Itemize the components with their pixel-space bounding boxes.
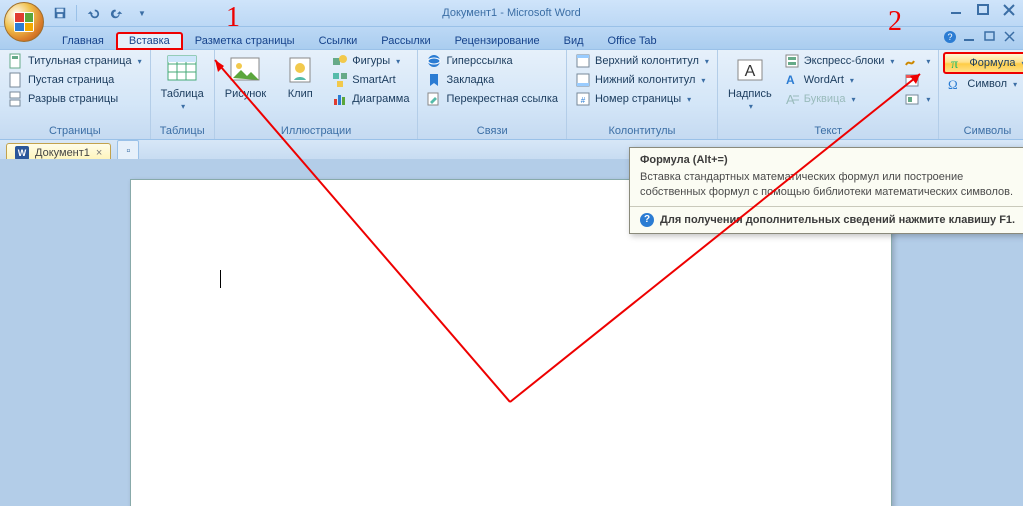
chart-button[interactable]: Диаграмма <box>328 90 413 108</box>
tab-view[interactable]: Вид <box>552 32 596 49</box>
svg-text:?: ? <box>947 32 952 42</box>
max-button[interactable] <box>975 3 991 17</box>
symbol-button[interactable]: ΩСимвол▾ <box>943 75 1023 93</box>
pi-icon: π <box>949 55 965 71</box>
quickparts-icon <box>784 53 800 69</box>
shapes-button[interactable]: Фигуры▾ <box>328 52 413 70</box>
tab-insert[interactable]: Вставка <box>116 32 183 50</box>
blank-page-icon <box>8 72 24 88</box>
page-break-button[interactable]: Разрыв страницы <box>4 90 146 108</box>
omega-icon: Ω <box>947 76 963 92</box>
dropcap-icon: A <box>784 91 800 107</box>
tooltip: Формула (Alt+=) Вставка стандартных мате… <box>629 147 1023 234</box>
group-tables-label: Таблицы <box>155 124 210 139</box>
min-button[interactable] <box>949 3 965 17</box>
close-button[interactable] <box>1001 3 1017 17</box>
pagenum-button[interactable]: #Номер страницы▾ <box>571 90 713 108</box>
picture-button[interactable]: Рисунок <box>219 52 273 108</box>
signature-button[interactable]: ▾ <box>900 52 934 70</box>
group-text-label: Текст <box>722 124 934 139</box>
table-button[interactable]: Таблица▾ <box>155 52 210 113</box>
office-button[interactable] <box>4 2 44 42</box>
group-symbols-label: Символы <box>943 124 1023 139</box>
group-pages-label: Страницы <box>4 124 146 139</box>
crossref-button[interactable]: Перекрестная ссылка <box>422 90 562 108</box>
qat-save[interactable] <box>50 3 70 23</box>
crossref-icon <box>426 91 442 107</box>
wordart-button[interactable]: AWordArt▾ <box>780 71 899 89</box>
tab-home[interactable]: Главная <box>50 32 116 49</box>
clip-icon <box>284 54 316 86</box>
datetime-button[interactable] <box>900 71 934 89</box>
table-icon <box>166 54 198 86</box>
quickparts-button[interactable]: Экспресс-блоки▾ <box>780 52 899 70</box>
hyperlink-icon <box>426 53 442 69</box>
document-tab-label: Документ1 <box>35 147 90 159</box>
textbox-icon: A <box>734 54 766 86</box>
svg-text:#: # <box>581 96 586 105</box>
header-button[interactable]: Верхний колонтитул▾ <box>571 52 713 70</box>
tab-mailings[interactable]: Рассылки <box>369 32 442 49</box>
help-badge-icon: ? <box>640 213 654 227</box>
tooltip-title: Формула (Alt+=) <box>640 154 1023 166</box>
svg-text:π: π <box>951 57 958 71</box>
smartart-button[interactable]: SmartArt <box>328 71 413 89</box>
doc-tab-close[interactable]: × <box>96 147 102 159</box>
blank-page-button[interactable]: Пустая страница <box>4 71 146 89</box>
tab-review[interactable]: Рецензирование <box>443 32 552 49</box>
datetime-icon <box>904 72 920 88</box>
footer-button[interactable]: Нижний колонтитул▾ <box>571 71 713 89</box>
qat-undo[interactable] <box>83 3 103 23</box>
smartart-icon <box>332 72 348 88</box>
cover-page-icon <box>8 53 24 69</box>
cover-page-button[interactable]: Титульная страница▾ <box>4 52 146 70</box>
ribbon-min-icon[interactable] <box>963 30 977 44</box>
text-cursor <box>220 270 221 288</box>
window-title: Документ1 - Microsoft Word <box>0 7 1023 19</box>
wordart-icon: A <box>784 72 800 88</box>
qat-redo[interactable] <box>107 3 127 23</box>
textbox-button[interactable]: A Надпись▾ <box>722 52 778 113</box>
chart-icon <box>332 91 348 107</box>
object-icon <box>904 91 920 107</box>
object-button[interactable]: ▾ <box>900 90 934 108</box>
dropcap-button[interactable]: AБуквица▾ <box>780 90 899 108</box>
ribbon-restore-icon[interactable] <box>983 30 997 44</box>
tab-officetab[interactable]: Office Tab <box>596 32 669 49</box>
clip-button[interactable]: Клип <box>274 52 326 108</box>
formula-button[interactable]: πФормула▾ <box>943 52 1023 74</box>
footer-icon <box>575 72 591 88</box>
shapes-icon <box>332 53 348 69</box>
svg-text:A: A <box>786 73 795 87</box>
tooltip-help: ?Для получения дополнительных сведений н… <box>640 213 1023 227</box>
signature-icon <box>904 53 920 69</box>
ribbon-close-icon[interactable] <box>1003 30 1017 44</box>
svg-text:Ω: Ω <box>948 77 958 92</box>
tab-references[interactable]: Ссылки <box>307 32 370 49</box>
bookmark-button[interactable]: Закладка <box>422 71 562 89</box>
tab-pagelayout[interactable]: Разметка страницы <box>183 32 307 49</box>
tooltip-body: Вставка стандартных математических форму… <box>640 170 1023 200</box>
svg-text:A: A <box>745 63 756 80</box>
pagenum-icon: # <box>575 91 591 107</box>
group-links-label: Связи <box>422 124 562 139</box>
page-break-icon <box>8 91 24 107</box>
qat-separator <box>76 5 77 21</box>
group-headers-label: Колонтитулы <box>571 124 713 139</box>
bookmark-icon <box>426 72 442 88</box>
word-doc-icon: W <box>15 146 29 160</box>
header-icon <box>575 53 591 69</box>
picture-icon <box>229 54 261 86</box>
help-icon[interactable]: ? <box>943 30 957 44</box>
hyperlink-button[interactable]: Гиперссылка <box>422 52 562 70</box>
group-illus-label: Иллюстрации <box>219 124 414 139</box>
qat-customize[interactable]: ▼ <box>131 3 151 23</box>
